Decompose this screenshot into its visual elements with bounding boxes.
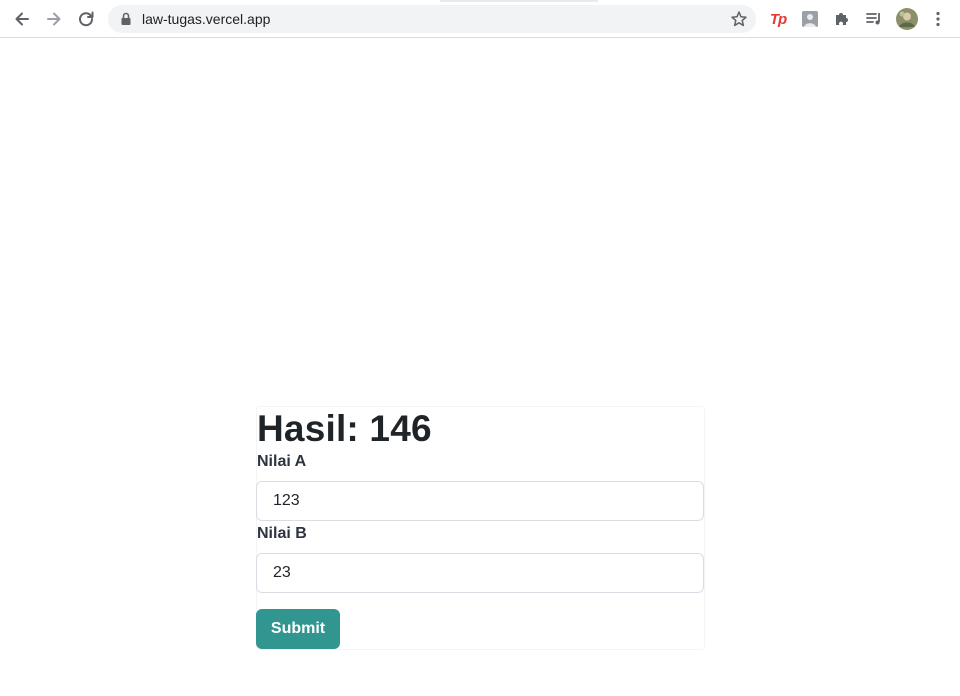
- nilai-a-label: Nilai A: [257, 453, 307, 470]
- lock-icon[interactable]: [120, 12, 132, 26]
- extensions-button[interactable]: [831, 8, 853, 30]
- back-arrow-icon: [15, 12, 29, 26]
- puzzle-icon: [836, 13, 848, 25]
- address-bar[interactable]: law-tugas.vercel.app: [108, 5, 756, 33]
- nilai-a-input[interactable]: [256, 481, 704, 521]
- photo-extension-icon[interactable]: [799, 8, 821, 30]
- star-icon[interactable]: [730, 10, 748, 28]
- kebab-menu-icon: [936, 11, 940, 27]
- url-text[interactable]: law-tugas.vercel.app: [142, 11, 270, 27]
- nilai-b-input[interactable]: [256, 553, 704, 593]
- tp-extension-icon[interactable]: Tp: [767, 8, 789, 30]
- photo-icon: [802, 11, 818, 27]
- media-queue-icon: [866, 13, 880, 25]
- forward-button[interactable]: [40, 5, 68, 33]
- reload-icon: [79, 11, 94, 27]
- result-heading: Hasil: 146: [257, 408, 432, 449]
- back-button[interactable]: [8, 5, 36, 33]
- media-queue-button[interactable]: [863, 8, 885, 30]
- submit-button[interactable]: Submit: [256, 609, 340, 649]
- avatar: [896, 8, 918, 30]
- tab-strip-edge: [440, 0, 598, 2]
- reload-button[interactable]: [72, 5, 100, 33]
- browser-menu-button[interactable]: [927, 8, 949, 30]
- forward-arrow-icon: [47, 12, 61, 26]
- browser-toolbar: law-tugas.vercel.app Tp: [0, 0, 960, 38]
- nilai-b-label: Nilai B: [257, 525, 307, 542]
- tp-extension-label: Tp: [769, 10, 787, 28]
- profile-button[interactable]: [895, 7, 919, 31]
